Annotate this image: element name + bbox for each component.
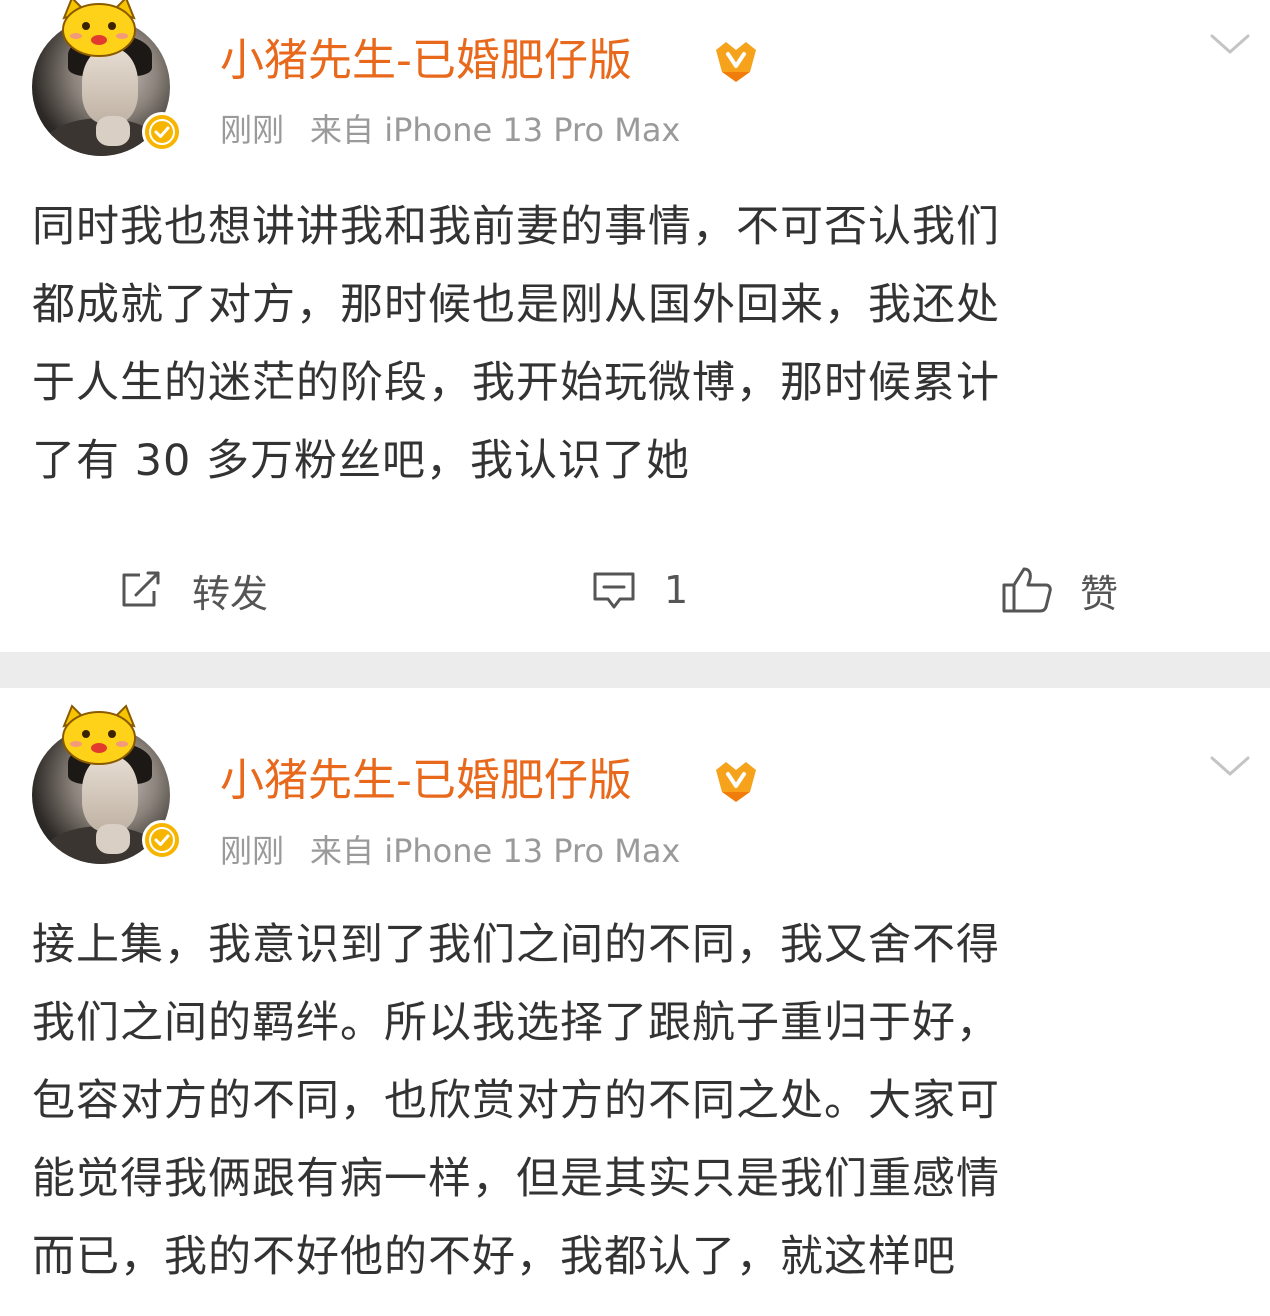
verified-icon <box>142 820 182 860</box>
repost-button[interactable]: 转发 <box>118 558 268 622</box>
content-line: 而已，我的不好他的不好，我都认了，就这样吧 <box>32 1232 956 1282</box>
content-line: 于人生的迷茫的阶段，我开始玩微博，那时候累计 <box>32 358 1000 408</box>
post-time: 刚刚 <box>220 111 285 149</box>
comment-button[interactable]: 1 <box>590 558 688 622</box>
chevron-down-icon[interactable] <box>1208 754 1252 780</box>
post-meta: 刚刚 来自 iPhone 13 Pro Max <box>220 110 680 150</box>
username[interactable]: 小猪先生-已婚肥仔版 <box>220 34 632 88</box>
content-line: 都成就了对方，那时候也是刚从国外回来，我还处 <box>32 280 1000 330</box>
weibo-post-1: 小猪先生-已婚肥仔版 刚刚 来自 iPhone 13 Pro Max 同时我也想讲… <box>0 0 1270 652</box>
like-button[interactable]: 赞 <box>1000 558 1118 622</box>
avatar[interactable] <box>30 0 182 156</box>
post-separator <box>0 652 1270 688</box>
avatar-sticker-icon <box>62 704 136 765</box>
post-meta: 刚刚 来自 iPhone 13 Pro Max <box>220 831 680 871</box>
content-line: 了有 30 多万粉丝吧，我认识了她 <box>32 436 691 486</box>
repost-icon <box>122 571 160 607</box>
comment-count: 1 <box>664 568 689 612</box>
chevron-down-icon[interactable] <box>1208 32 1252 58</box>
avatar-sticker-icon <box>62 0 136 57</box>
content-line: 包容对方的不同，也欣赏对方的不同之处。大家可 <box>32 1076 1000 1126</box>
post-source: 来自 iPhone 13 Pro Max <box>310 832 681 870</box>
weibo-post-2: 小猪先生-已婚肥仔版 刚刚 来自 iPhone 13 Pro Max 接上集，我意… <box>0 688 1270 1316</box>
like-icon <box>1002 567 1052 613</box>
post-time: 刚刚 <box>220 832 285 870</box>
avatar[interactable] <box>30 704 182 864</box>
post-actions: 转发 1 赞 <box>0 558 1270 622</box>
content-line: 我们之间的羁绊。所以我选择了跟航子重归于好， <box>32 998 1000 1048</box>
like-label: 赞 <box>1080 571 1119 616</box>
verified-icon <box>142 112 182 152</box>
post-content: 同时我也想讲讲我和我前妻的事情，不可否认我们 都成就了对方，那时候也是刚从国外回… <box>32 188 1232 500</box>
vip-badge-icon[interactable] <box>712 40 760 84</box>
content-line: 接上集，我意识到了我们之间的不同，我又舍不得 <box>32 920 1000 970</box>
post-source: 来自 iPhone 13 Pro Max <box>310 111 681 149</box>
username[interactable]: 小猪先生-已婚肥仔版 <box>220 754 632 808</box>
comment-icon <box>593 572 635 609</box>
vip-badge-icon[interactable] <box>712 760 760 804</box>
content-line: 能觉得我俩跟有病一样，但是其实只是我们重感情 <box>32 1154 1000 1204</box>
repost-label: 转发 <box>192 571 269 616</box>
content-line: 同时我也想讲讲我和我前妻的事情，不可否认我们 <box>32 202 1000 252</box>
post-content: 接上集，我意识到了我们之间的不同，我又舍不得 我们之间的羁绊。所以我选择了跟航子… <box>32 906 1232 1296</box>
